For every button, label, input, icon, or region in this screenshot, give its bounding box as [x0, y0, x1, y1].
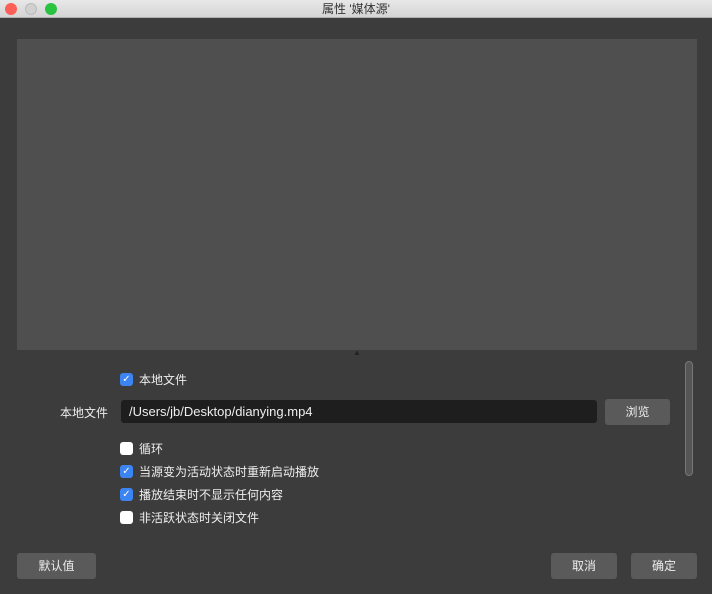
file-path-input[interactable]: /Users/jb/Desktop/dianying.mp4	[121, 400, 597, 423]
checkbox-box	[120, 442, 133, 455]
checkbox-label: 当源变为活动状态时重新启动播放	[139, 465, 320, 479]
zoom-window-button[interactable]	[45, 3, 57, 15]
cancel-button[interactable]: 取消	[551, 553, 617, 579]
ok-button[interactable]: 确定	[631, 553, 697, 579]
file-path-label: 本地文件	[60, 406, 109, 420]
checkbox-label: 本地文件	[139, 373, 188, 387]
checkbox-label: 循环	[139, 442, 164, 456]
checkbox-hide-when-ended[interactable]: ✓ 播放结束时不显示任何内容	[120, 486, 283, 503]
title-bar: 属性 '媒体源'	[0, 0, 712, 18]
check-icon: ✓	[120, 465, 133, 478]
checkbox-label: 播放结束时不显示任何内容	[139, 488, 284, 502]
checkbox-loop[interactable]: 循环	[120, 440, 163, 457]
checkbox-close-when-inactive[interactable]: 非活跃状态时关闭文件	[120, 509, 259, 526]
checkbox-label: 非活跃状态时关闭文件	[139, 511, 260, 525]
check-icon: ✓	[120, 488, 133, 501]
checkbox-local-file[interactable]: ✓ 本地文件	[120, 371, 187, 388]
check-icon: ✓	[120, 373, 133, 386]
close-window-button[interactable]	[5, 3, 17, 15]
scrollbar[interactable]	[685, 361, 693, 476]
splitter-handle[interactable]: ▲	[353, 349, 361, 357]
source-preview	[17, 39, 697, 350]
minimize-window-button[interactable]	[25, 3, 37, 15]
checkbox-restart-on-activate[interactable]: ✓ 当源变为活动状态时重新启动播放	[120, 463, 319, 480]
window-title: 属性 '媒体源'	[322, 2, 390, 16]
checkbox-box	[120, 511, 133, 524]
defaults-button[interactable]: 默认值	[17, 553, 96, 579]
browse-button[interactable]: 浏览	[605, 399, 670, 425]
